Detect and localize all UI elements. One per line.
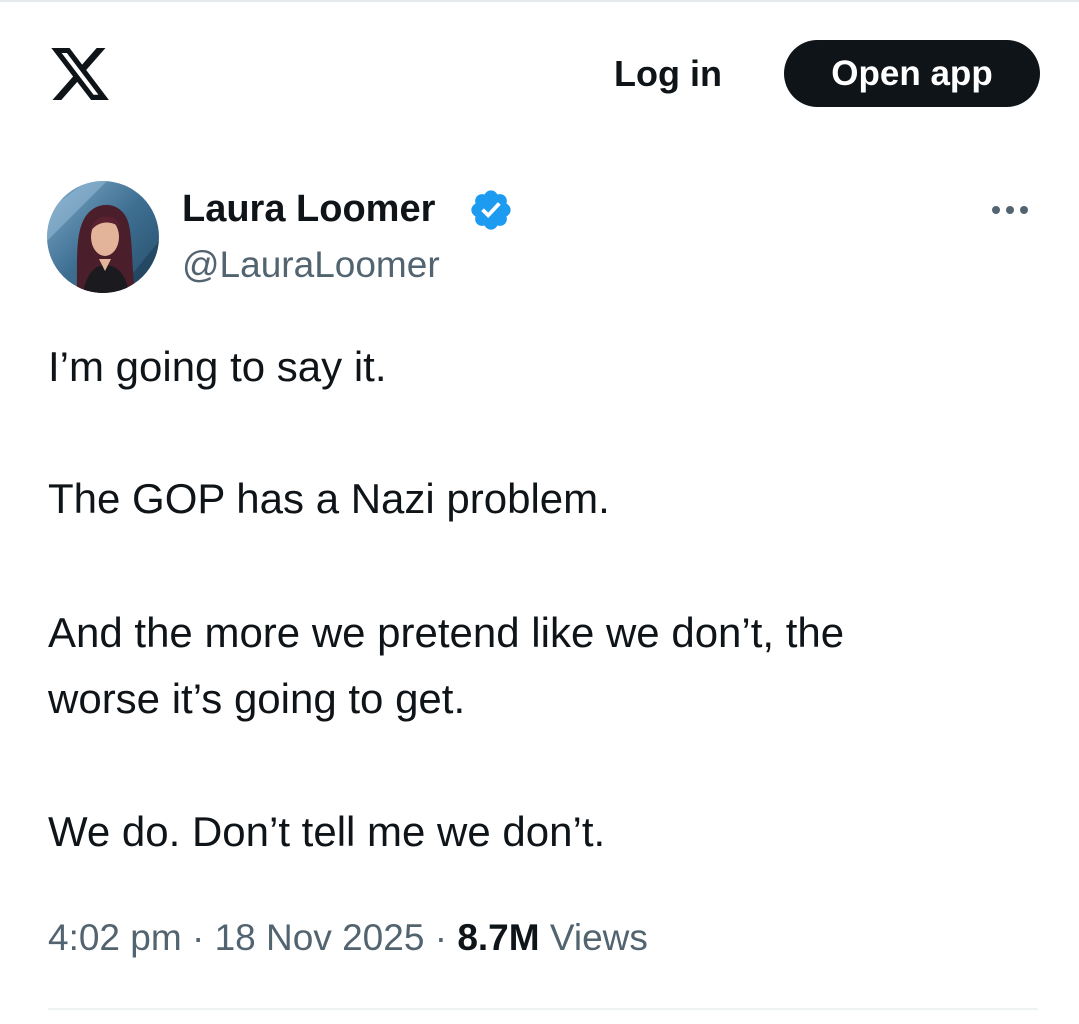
author-display-name[interactable]: Laura Loomer (182, 186, 435, 232)
tweet-text-line: worse it’s going to get. (48, 675, 466, 722)
avatar[interactable] (47, 181, 159, 293)
tweet-text-line: And the more we pretend like we don’t, t… (48, 609, 845, 656)
x-logo-icon[interactable] (48, 42, 112, 106)
views-label: Views (549, 917, 648, 958)
verified-badge-icon (468, 187, 514, 233)
tweet-text-line: The GOP has a Nazi problem. (48, 475, 610, 522)
meta-separator: · (424, 917, 458, 958)
views-count: 8.7M (457, 917, 540, 958)
more-options-icon[interactable] (986, 196, 1034, 224)
tweet-metadata: 4:02 pm · 18 Nov 2025 · 8.7M Views (48, 912, 648, 964)
tweet-text-line: We do. Don’t tell me we don’t. (48, 808, 606, 855)
author-handle[interactable]: @LauraLoomer (182, 242, 440, 288)
login-link[interactable]: Log in (600, 50, 736, 98)
meta-separator: · (181, 917, 215, 958)
tweet-time[interactable]: 4:02 pm (48, 917, 182, 958)
top-divider (0, 0, 1079, 2)
open-app-button[interactable]: Open app (784, 40, 1040, 107)
tweet-text-line: I’m going to say it. (48, 343, 387, 390)
tweet-date[interactable]: 18 Nov 2025 (215, 917, 425, 958)
bottom-divider (48, 1008, 1038, 1010)
